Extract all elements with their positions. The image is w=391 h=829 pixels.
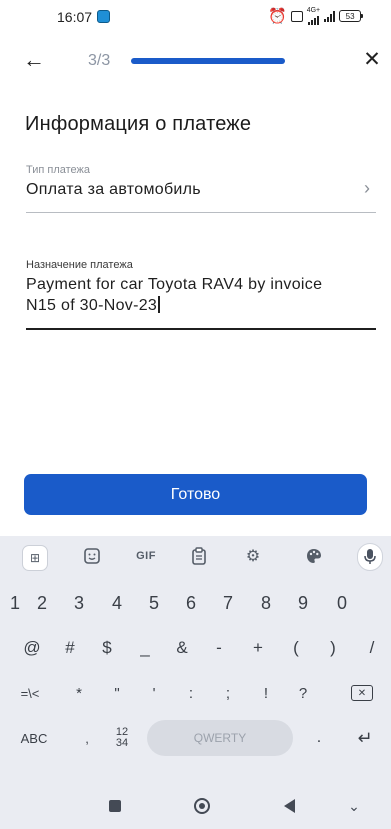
gif-button[interactable]: GIF (134, 544, 158, 568)
period-key[interactable]: . (309, 716, 329, 760)
payment-purpose-label: Назначение платежа (26, 259, 133, 271)
battery-level: 53 (345, 11, 355, 21)
app-notification-icon (97, 10, 110, 23)
status-bar: 16:07 ⏰ 4G+ 53 (0, 0, 391, 34)
key-6[interactable]: 6 (176, 583, 206, 623)
payment-purpose-field[interactable]: Назначение платежа Payment for car Toyot… (26, 258, 376, 330)
signal-bars-1 (307, 14, 319, 25)
hide-keyboard-button[interactable]: ⌄ (345, 797, 363, 815)
key-9[interactable]: 9 (288, 583, 318, 623)
back-arrow-icon[interactable]: ← (23, 48, 47, 72)
data-transfer-icon (290, 10, 303, 22)
home-icon (194, 798, 210, 814)
recent-apps-button[interactable] (106, 797, 124, 815)
key-5[interactable]: 5 (139, 583, 169, 623)
progress-bar (131, 58, 285, 64)
key-single-quote[interactable]: ' (139, 673, 169, 713)
progress-bar-fill (131, 58, 285, 64)
payment-purpose-input[interactable]: Payment for car Toyota RAV4 by invoice N… (26, 274, 381, 316)
comma-key[interactable]: , (77, 716, 97, 760)
key-hash[interactable]: # (55, 628, 85, 668)
backspace-icon: ✕ (351, 685, 373, 701)
key-semicolon[interactable]: ; (213, 673, 243, 713)
clipboard-icon[interactable] (187, 544, 211, 568)
fraction-bottom: 34 (115, 737, 129, 749)
key-2[interactable]: 2 (27, 583, 57, 623)
keyboard-toolbar: ⊞ GIF ⚙ (0, 536, 391, 576)
key-1[interactable]: 1 (0, 583, 30, 623)
key-slash[interactable]: / (357, 628, 387, 668)
chevron-right-icon: › (364, 178, 370, 198)
text-cursor (158, 296, 160, 313)
key-8[interactable]: 8 (251, 583, 281, 623)
key-0[interactable]: 0 (327, 583, 357, 623)
key-asterisk[interactable]: * (64, 673, 94, 713)
enter-key[interactable]: ↵ (350, 716, 380, 760)
abc-key[interactable]: ABC (14, 716, 54, 760)
on-screen-keyboard: ⊞ GIF ⚙ 1 2 3 4 5 6 7 8 9 0 @ # $ _ & - … (0, 536, 391, 783)
space-key[interactable]: QWERTY (147, 720, 293, 756)
fraction-key[interactable]: 12 34 (108, 716, 136, 760)
recent-apps-icon (109, 800, 121, 812)
system-nav-bar: ⌄ (0, 783, 391, 829)
microphone-icon[interactable] (357, 543, 383, 571)
page-title: Информация о платеже (25, 113, 252, 135)
key-exclamation[interactable]: ! (251, 673, 281, 713)
apps-grid-icon[interactable]: ⊞ (22, 545, 48, 571)
lte-signal-icon: 4G+ (307, 7, 320, 25)
back-button[interactable] (280, 797, 298, 815)
backspace-key[interactable]: ✕ (344, 673, 380, 713)
key-at[interactable]: @ (17, 628, 47, 668)
payment-type-selector[interactable]: Тип платежа Оплата за автомобиль › (26, 162, 376, 214)
payment-purpose-underline (26, 328, 376, 330)
status-time: 16:07 (57, 9, 93, 25)
battery-icon: 53 (339, 10, 364, 22)
back-triangle-icon (283, 799, 295, 813)
payment-type-label: Тип платежа (26, 164, 91, 176)
key-dollar[interactable]: $ (92, 628, 122, 668)
key-4[interactable]: 4 (102, 583, 132, 623)
key-open-paren[interactable]: ( (281, 628, 311, 668)
key-7[interactable]: 7 (213, 583, 243, 623)
signal-icon (324, 10, 336, 22)
alarm-icon: ⏰ (268, 7, 287, 25)
key-colon[interactable]: : (176, 673, 206, 713)
key-question[interactable]: ? (288, 673, 318, 713)
close-icon[interactable]: ✕ (361, 48, 383, 72)
key-minus[interactable]: - (204, 628, 234, 668)
key-close-paren[interactable]: ) (318, 628, 348, 668)
key-more-symbols[interactable]: =\< (12, 673, 48, 713)
key-double-quote[interactable]: " (102, 673, 132, 713)
sticker-icon[interactable] (80, 544, 104, 568)
network-type-label: 4G+ (306, 7, 321, 14)
key-plus[interactable]: + (243, 628, 273, 668)
key-3[interactable]: 3 (64, 583, 94, 623)
status-icons: ⏰ 4G+ 53 (268, 7, 364, 25)
step-indicator: 3/3 (88, 52, 111, 69)
key-underscore[interactable]: _ (130, 628, 160, 668)
home-button[interactable] (193, 797, 211, 815)
payment-type-underline (26, 212, 376, 213)
key-ampersand[interactable]: & (167, 628, 197, 668)
payment-purpose-text: Payment for car Toyota RAV4 by invoice N… (26, 276, 323, 314)
done-button[interactable]: Готово (24, 474, 367, 515)
payment-type-value: Оплата за автомобиль (26, 181, 201, 198)
keyboard-down-icon: ⌄ (348, 797, 360, 814)
settings-gear-icon[interactable]: ⚙ (241, 544, 265, 568)
palette-icon[interactable] (302, 544, 326, 568)
